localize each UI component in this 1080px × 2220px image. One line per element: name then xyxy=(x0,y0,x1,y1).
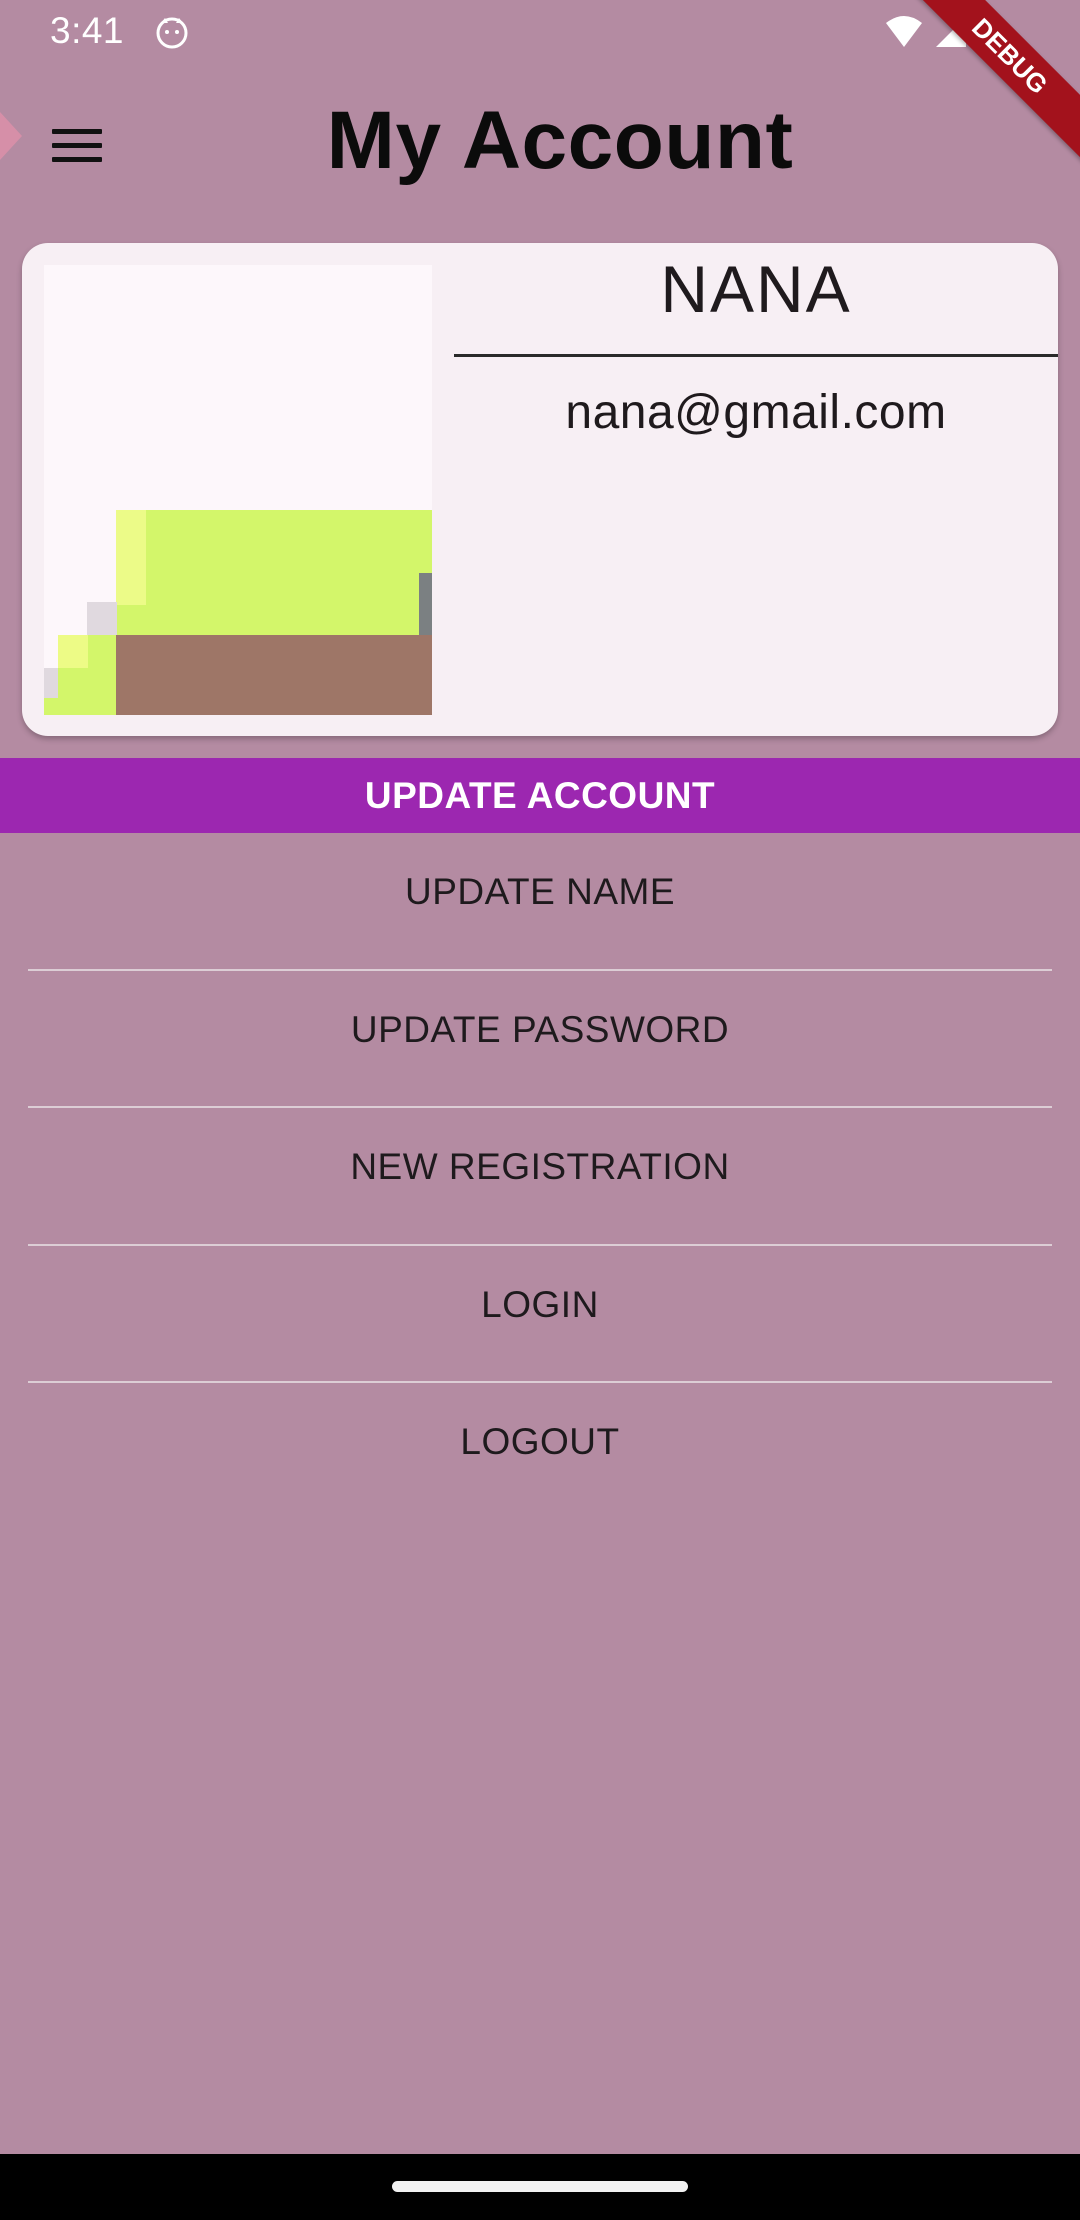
menu-item-label: LOGOUT xyxy=(460,1421,620,1462)
menu-item-label: UPDATE PASSWORD xyxy=(350,1008,730,1050)
menu-item-label: NEW REGISTRATION xyxy=(350,1146,730,1187)
update-password-button[interactable]: UPDATE PASSWORD xyxy=(0,971,1080,1108)
screen: 3:41 DEBUG My Account NANA nana@gmail.co… xyxy=(0,0,1080,2220)
update-account-header: UPDATE ACCOUNT xyxy=(0,758,1080,833)
status-bar: 3:41 xyxy=(0,0,1080,66)
account-menu-list: UPDATE NAME UPDATE PASSWORD NEW REGISTRA… xyxy=(0,833,1080,1521)
profile-card: NANA nana@gmail.com xyxy=(22,243,1058,736)
app-bar: My Account xyxy=(0,66,1080,222)
menu-item-label: LOGIN xyxy=(481,1283,599,1325)
wifi-icon xyxy=(886,16,922,47)
home-indicator[interactable] xyxy=(392,2181,688,2192)
update-name-button[interactable]: UPDATE NAME xyxy=(0,833,1080,971)
login-button[interactable]: LOGIN xyxy=(0,1246,1080,1383)
system-nav-bar xyxy=(0,2154,1080,2220)
logout-button[interactable]: LOGOUT xyxy=(0,1383,1080,1521)
name-divider xyxy=(454,354,1058,357)
page-title: My Account xyxy=(326,95,794,186)
avatar[interactable] xyxy=(44,265,432,715)
new-registration-button[interactable]: NEW REGISTRATION xyxy=(0,1108,1080,1246)
status-time: 3:41 xyxy=(50,10,125,51)
user-email: nana@gmail.com xyxy=(565,386,947,439)
menu-item-label: UPDATE NAME xyxy=(404,871,675,912)
user-name: NANA xyxy=(660,252,852,326)
cat-app-icon xyxy=(156,17,188,49)
